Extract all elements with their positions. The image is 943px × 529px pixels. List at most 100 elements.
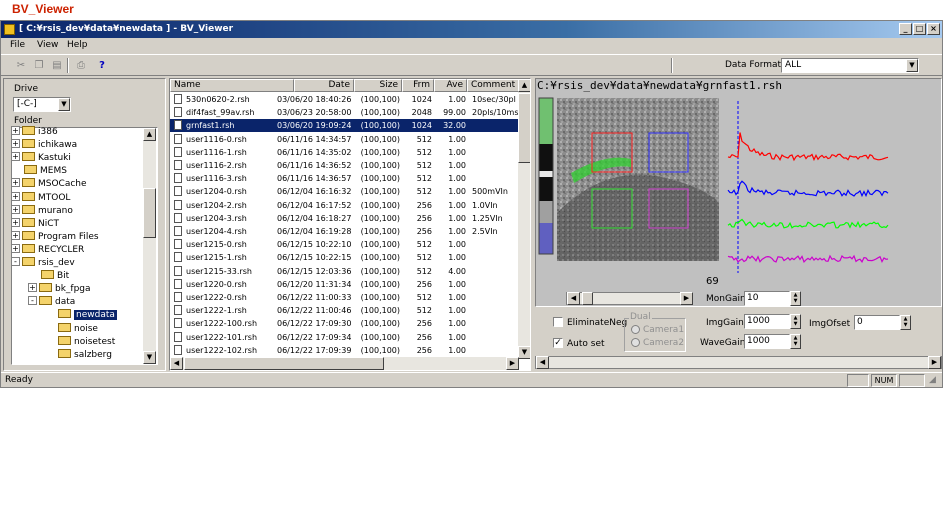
expand-icon[interactable]: + — [11, 217, 20, 227]
file-row[interactable]: user1116-3.rsh 06/11/16 14:36:57 (100,100)… — [170, 172, 519, 185]
expand-icon[interactable]: + — [11, 191, 20, 201]
file-row[interactable]: user1222-1.rsh 06/12/22 11:00:46 (100,100)… — [170, 304, 519, 317]
scroll-down-icon[interactable]: ▼ — [143, 351, 156, 364]
file-row[interactable]: user1204-4.rsh 06/12/04 16:19:28 (100,100)… — [170, 225, 519, 238]
img-gain-input[interactable]: 1000 — [744, 314, 790, 329]
scroll-left-icon[interactable]: ◀ — [170, 357, 183, 370]
folder-tree-item[interactable]: - data — [28, 296, 75, 309]
scroll-up-icon[interactable]: ▲ — [143, 128, 156, 141]
camera2-radio[interactable] — [631, 338, 640, 347]
resize-grip-icon[interactable]: ◢ — [929, 375, 940, 386]
column-header-frm[interactable]: Frm — [402, 79, 434, 92]
folder-tree-item[interactable]: newdata — [45, 309, 117, 322]
cut-icon[interactable]: ✂ — [13, 58, 29, 73]
column-header-date[interactable]: Date — [294, 79, 354, 92]
close-button[interactable]: × — [927, 23, 940, 35]
file-row[interactable]: user1222-0.rsh 06/12/22 11:00:33 (100,100)… — [170, 291, 519, 304]
scroll-right-icon[interactable]: ▶ — [680, 292, 693, 305]
column-header-name[interactable]: Name — [170, 79, 294, 92]
folder-tree-item[interactable]: Bit — [28, 270, 69, 283]
wave-gain-input[interactable]: 1000 — [744, 334, 790, 349]
menu-file[interactable]: File — [10, 40, 25, 50]
column-header-comment[interactable]: Comment — [467, 79, 519, 92]
file-row[interactable]: user1215-1.rsh 06/12/15 10:22:15 (100,100)… — [170, 251, 519, 264]
folder-tree-item[interactable]: salzberg — [45, 348, 112, 362]
file-row[interactable]: 530n0620-2.rsh 03/06/20 18:40:26 (100,100)… — [170, 93, 519, 106]
viewer-canvas[interactable] — [536, 93, 941, 307]
file-row[interactable]: grnfast1.rsh 03/06/20 19:09:24 (100,100) 10… — [170, 119, 519, 133]
file-row[interactable]: user1222-101.rsh 06/12/22 17:09:34 (100,10… — [170, 331, 519, 344]
file-row[interactable]: user1116-2.rsh 06/11/16 14:36:52 (100,100)… — [170, 159, 519, 172]
folder-tree-item[interactable]: + MTOOL — [11, 191, 70, 205]
file-row[interactable]: user1215-0.rsh 06/12/15 10:22:10 (100,100)… — [170, 238, 519, 251]
slider-thumb[interactable] — [582, 292, 593, 305]
copy-icon[interactable]: ❐ — [31, 58, 47, 73]
img-gain-spinner[interactable]: ▲ ▼ — [790, 314, 801, 329]
collapse-icon[interactable]: - — [11, 257, 20, 266]
chevron-down-icon[interactable]: ▼ — [58, 98, 70, 111]
scroll-down-icon[interactable]: ▼ — [518, 346, 530, 359]
scroll-left-icon[interactable]: ◀ — [567, 292, 580, 305]
scroll-thumb[interactable] — [143, 188, 156, 238]
frame-slider[interactable]: ◀ ▶ — [566, 292, 693, 305]
menu-help[interactable]: Help — [67, 40, 88, 50]
file-list-hscrollbar[interactable]: ◀ ▶ — [170, 357, 519, 370]
file-row[interactable]: user1204-0.rsh 06/12/04 16:16:32 (100,100)… — [170, 185, 519, 198]
camera1-radio[interactable] — [631, 325, 640, 334]
print-icon[interactable]: ⎙ — [73, 58, 89, 73]
file-row[interactable]: dif4fast_99av.rsh 03/06/23 20:58:00 (100,1… — [170, 106, 519, 119]
file-row[interactable]: user1116-1.rsh 06/11/16 14:35:02 (100,100)… — [170, 146, 519, 159]
file-row[interactable]: user1215-33.rsh 06/12/15 12:03:36 (100,100… — [170, 265, 519, 278]
data-format-select[interactable]: ALL ▼ — [781, 58, 919, 73]
scroll-thumb[interactable] — [518, 93, 530, 163]
column-header-ave[interactable]: Ave — [434, 79, 467, 92]
collapse-icon[interactable]: - — [28, 296, 37, 306]
expand-icon[interactable]: + — [11, 230, 20, 240]
column-header-size[interactable]: Size — [354, 79, 402, 92]
folder-tree-item[interactable]: + ichikawa — [11, 139, 77, 152]
expand-icon[interactable]: + — [11, 243, 20, 253]
folder-tree-scrollbar[interactable]: ▲ ▼ — [143, 128, 156, 364]
folder-tree-item[interactable]: noisetest — [45, 335, 115, 349]
scroll-left-icon[interactable]: ◀ — [536, 356, 549, 369]
scroll-right-icon[interactable]: ▶ — [928, 356, 941, 369]
wave-gain-spinner[interactable]: ▲ ▼ — [790, 334, 801, 349]
mon-gain-spinner[interactable]: ▲ ▼ — [790, 291, 801, 306]
auto-set-checkbox[interactable]: ✓ — [553, 338, 563, 348]
chevron-down-icon[interactable]: ▼ — [906, 59, 918, 72]
file-row[interactable]: user1204-2.rsh 06/12/04 16:17:52 (100,100)… — [170, 199, 519, 212]
folder-tree-item[interactable]: + NiCT — [11, 217, 59, 231]
file-row[interactable]: user1116-0.rsh 06/11/16 14:34:57 (100,100)… — [170, 133, 519, 146]
img-ofset-input[interactable]: 0 — [854, 315, 900, 330]
maximize-button[interactable]: □ — [913, 23, 926, 35]
scroll-up-icon[interactable]: ▲ — [518, 79, 530, 92]
folder-tree-item[interactable]: + bk_fpga — [28, 283, 91, 296]
folder-tree-item[interactable]: + MSOCache — [11, 178, 87, 191]
folder-tree-item[interactable]: + Kastuki — [11, 152, 71, 165]
file-row[interactable]: user1204-3.rsh 06/12/04 16:18:27 (100,100)… — [170, 212, 519, 225]
minimize-button[interactable]: _ — [899, 23, 912, 35]
expand-icon[interactable]: + — [11, 139, 20, 149]
help-icon[interactable]: ? — [94, 58, 110, 73]
file-row[interactable]: user1220-0.rsh 06/12/20 11:31:34 (100,100)… — [170, 278, 519, 291]
mon-gain-input[interactable]: 10 — [744, 291, 790, 306]
folder-tree-item[interactable]: + RECYCLER — [11, 243, 84, 257]
file-row[interactable]: user1222-102.rsh 06/12/22 17:09:39 (100,10… — [170, 344, 519, 357]
file-list-scrollbar[interactable]: ▲ ▼ — [518, 79, 530, 359]
folder-tree-item[interactable]: - rsis_dev — [11, 257, 75, 270]
viewer-hscrollbar[interactable]: ◀ ▶ — [535, 356, 942, 369]
folder-tree-item[interactable]: noise — [45, 322, 98, 336]
img-ofset-spinner[interactable]: ▲ ▼ — [900, 315, 911, 330]
expand-icon[interactable]: + — [11, 204, 20, 214]
file-row[interactable]: user1222-100.rsh 06/12/22 17:09:30 (100,10… — [170, 317, 519, 330]
expand-icon[interactable]: + — [11, 178, 20, 188]
scroll-right-icon[interactable]: ▶ — [506, 357, 519, 370]
paste-icon[interactable]: ▤ — [49, 58, 65, 73]
menu-view[interactable]: View — [37, 40, 58, 50]
expand-icon[interactable]: + — [11, 126, 20, 135]
folder-tree-item[interactable]: + murano — [11, 204, 73, 218]
expand-icon[interactable]: + — [11, 152, 20, 162]
expand-icon[interactable]: + — [28, 283, 37, 293]
eliminate-neg-checkbox[interactable] — [553, 317, 563, 327]
folder-tree-item[interactable]: MEMS — [11, 165, 67, 178]
